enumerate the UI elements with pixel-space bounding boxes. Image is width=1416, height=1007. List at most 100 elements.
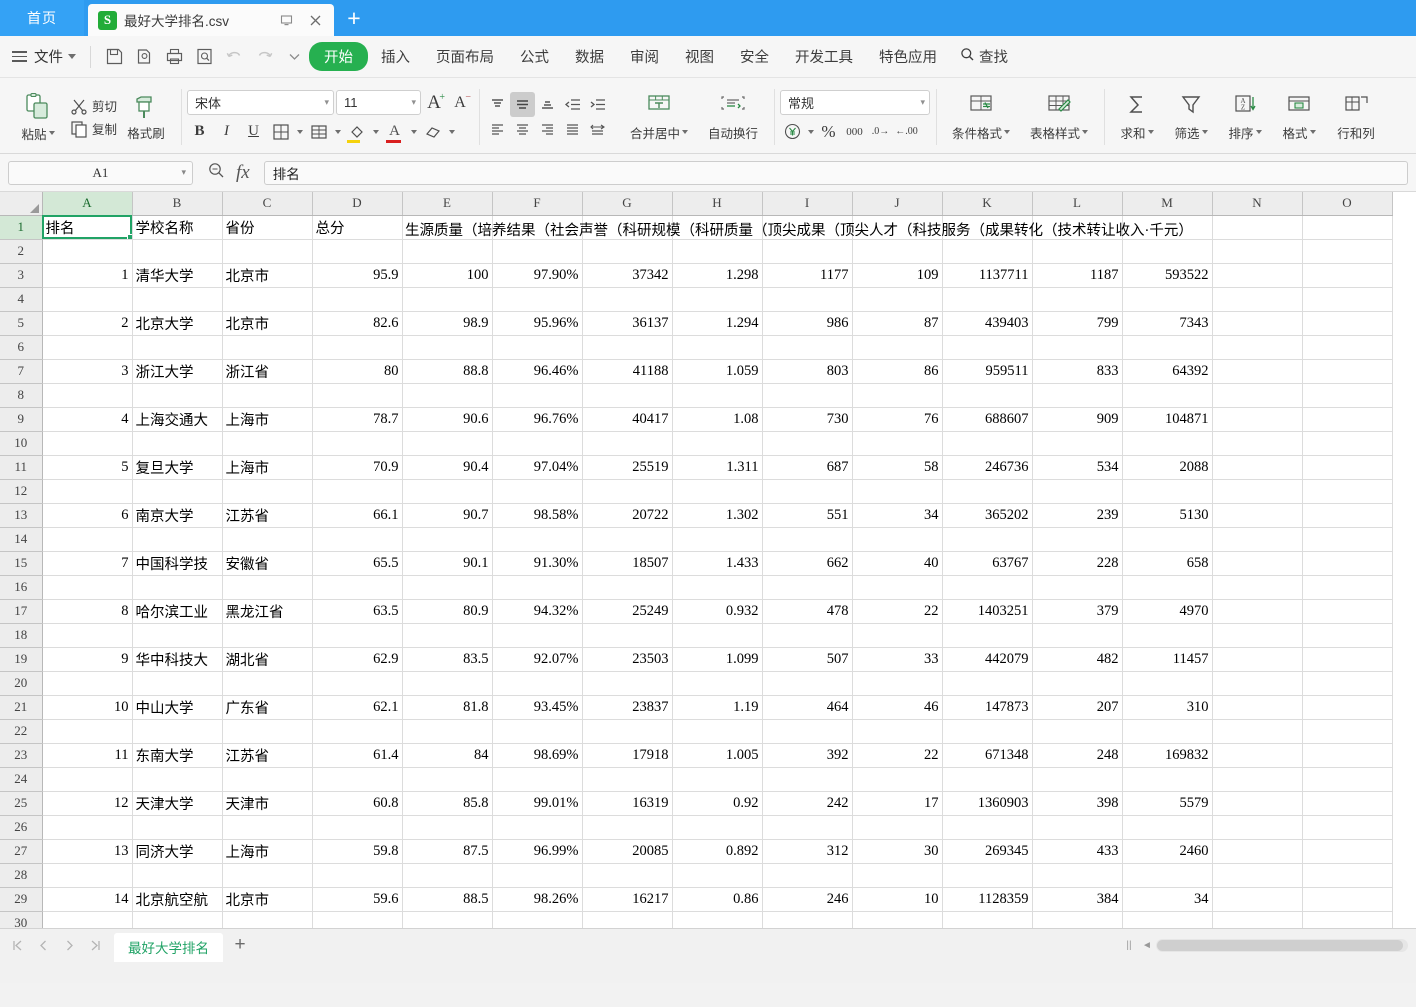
row-header-23[interactable]: 23: [0, 743, 43, 768]
cell-G29[interactable]: 16217: [582, 887, 673, 912]
cell-N3[interactable]: [1212, 263, 1303, 288]
row-header-26[interactable]: 26: [0, 815, 43, 840]
cell-K13[interactable]: 365202: [942, 503, 1033, 528]
ribbon-tab-review[interactable]: 审阅: [617, 42, 672, 71]
font-size-select[interactable]: 11 ▾: [336, 90, 422, 115]
column-header-L[interactable]: L: [1032, 192, 1123, 216]
cell-K5[interactable]: 439403: [942, 311, 1033, 336]
cell-K21[interactable]: 147873: [942, 695, 1033, 720]
cell-D26[interactable]: [312, 815, 403, 840]
ribbon-tab-dev-tools[interactable]: 开发工具: [782, 42, 866, 71]
cell-N4[interactable]: [1212, 287, 1303, 312]
cell-G1[interactable]: [582, 215, 673, 240]
cell-H22[interactable]: [672, 719, 763, 744]
cell-B8[interactable]: [132, 383, 223, 408]
search-formula-icon[interactable]: [207, 161, 226, 185]
cell-A9[interactable]: 4: [42, 407, 133, 432]
rows-cols-button[interactable]: 行和列: [1326, 81, 1386, 153]
column-header-I[interactable]: I: [762, 192, 853, 216]
cell-A26[interactable]: [42, 815, 133, 840]
cell-D19[interactable]: 62.9: [312, 647, 403, 672]
cell-C25[interactable]: 天津市: [222, 791, 313, 816]
cell-L5[interactable]: 799: [1032, 311, 1123, 336]
cell-N13[interactable]: [1212, 503, 1303, 528]
cell-O7[interactable]: [1302, 359, 1393, 384]
row-header-16[interactable]: 16: [0, 575, 43, 600]
row-header-30[interactable]: 30: [0, 911, 43, 928]
cell-N5[interactable]: [1212, 311, 1303, 336]
cell-F19[interactable]: 92.07%: [492, 647, 583, 672]
italic-button[interactable]: I: [214, 119, 239, 144]
cell-D10[interactable]: [312, 431, 403, 456]
cell-H10[interactable]: [672, 431, 763, 456]
align-bottom-button[interactable]: [535, 92, 560, 117]
cell-L13[interactable]: 239: [1032, 503, 1123, 528]
cell-M2[interactable]: [1122, 239, 1213, 264]
merge-center-button[interactable]: 合并居中: [620, 81, 698, 153]
cell-K12[interactable]: [942, 479, 1033, 504]
cell-E7[interactable]: 88.8: [402, 359, 493, 384]
cell-O8[interactable]: [1302, 383, 1393, 408]
print-icon[interactable]: [159, 42, 189, 72]
cell-F12[interactable]: [492, 479, 583, 504]
cell-E10[interactable]: [402, 431, 493, 456]
cell-J15[interactable]: 40: [852, 551, 943, 576]
currency-format-button[interactable]: [780, 119, 805, 144]
percent-format-button[interactable]: %: [816, 119, 841, 144]
row-header-11[interactable]: 11: [0, 455, 43, 480]
cell-C20[interactable]: [222, 671, 313, 696]
cell-M30[interactable]: [1122, 911, 1213, 928]
column-header-J[interactable]: J: [852, 192, 943, 216]
cell-B25[interactable]: 天津大学: [132, 791, 223, 816]
first-sheet-icon[interactable]: [4, 932, 30, 958]
row-header-7[interactable]: 7: [0, 359, 43, 384]
bold-button[interactable]: B: [187, 119, 212, 144]
cell-L25[interactable]: 398: [1032, 791, 1123, 816]
cell-C11[interactable]: 上海市: [222, 455, 313, 480]
cell-D24[interactable]: [312, 767, 403, 792]
cell-D16[interactable]: [312, 575, 403, 600]
cell-E15[interactable]: 90.1: [402, 551, 493, 576]
cell-I11[interactable]: 687: [762, 455, 853, 480]
cell-N24[interactable]: [1212, 767, 1303, 792]
cell-B19[interactable]: 华中科技大: [132, 647, 223, 672]
cell-D23[interactable]: 61.4: [312, 743, 403, 768]
cell-K11[interactable]: 246736: [942, 455, 1033, 480]
cell-G5[interactable]: 36137: [582, 311, 673, 336]
cell-J23[interactable]: 22: [852, 743, 943, 768]
cell-C8[interactable]: [222, 383, 313, 408]
cell-I28[interactable]: [762, 863, 853, 888]
cell-C9[interactable]: 上海市: [222, 407, 313, 432]
cell-G22[interactable]: [582, 719, 673, 744]
cell-F30[interactable]: [492, 911, 583, 928]
cell-F17[interactable]: 94.32%: [492, 599, 583, 624]
cell-H5[interactable]: 1.294: [672, 311, 763, 336]
cell-G30[interactable]: [582, 911, 673, 928]
cell-B2[interactable]: [132, 239, 223, 264]
number-format-select[interactable]: 常规 ▾: [780, 90, 931, 115]
cell-C12[interactable]: [222, 479, 313, 504]
cell-M23[interactable]: 169832: [1122, 743, 1213, 768]
select-all-corner[interactable]: [0, 192, 43, 216]
cell-N1[interactable]: [1212, 215, 1303, 240]
cell-B17[interactable]: 哈尔滨工业: [132, 599, 223, 624]
spreadsheet-grid[interactable]: ABCDEFGHIJKLMNO 1 排名 学校名称 省份 总分 2 3 1 清华大学 北京市 95.…: [0, 192, 1416, 928]
cell-E9[interactable]: 90.6: [402, 407, 493, 432]
cell-L7[interactable]: 833: [1032, 359, 1123, 384]
cell-B26[interactable]: [132, 815, 223, 840]
cell-G9[interactable]: 40417: [582, 407, 673, 432]
cell-A11[interactable]: 5: [42, 455, 133, 480]
cell-H20[interactable]: [672, 671, 763, 696]
cell-K1[interactable]: [942, 215, 1033, 240]
cell-K6[interactable]: [942, 335, 1033, 360]
cell-A30[interactable]: [42, 911, 133, 928]
cell-B3[interactable]: 清华大学: [132, 263, 223, 288]
cell-I27[interactable]: 312: [762, 839, 853, 864]
cell-O3[interactable]: [1302, 263, 1393, 288]
cell-G18[interactable]: [582, 623, 673, 648]
cell-N14[interactable]: [1212, 527, 1303, 552]
cell-N20[interactable]: [1212, 671, 1303, 696]
cell-J25[interactable]: 17: [852, 791, 943, 816]
cell-M15[interactable]: 658: [1122, 551, 1213, 576]
cell-A3[interactable]: 1: [42, 263, 133, 288]
